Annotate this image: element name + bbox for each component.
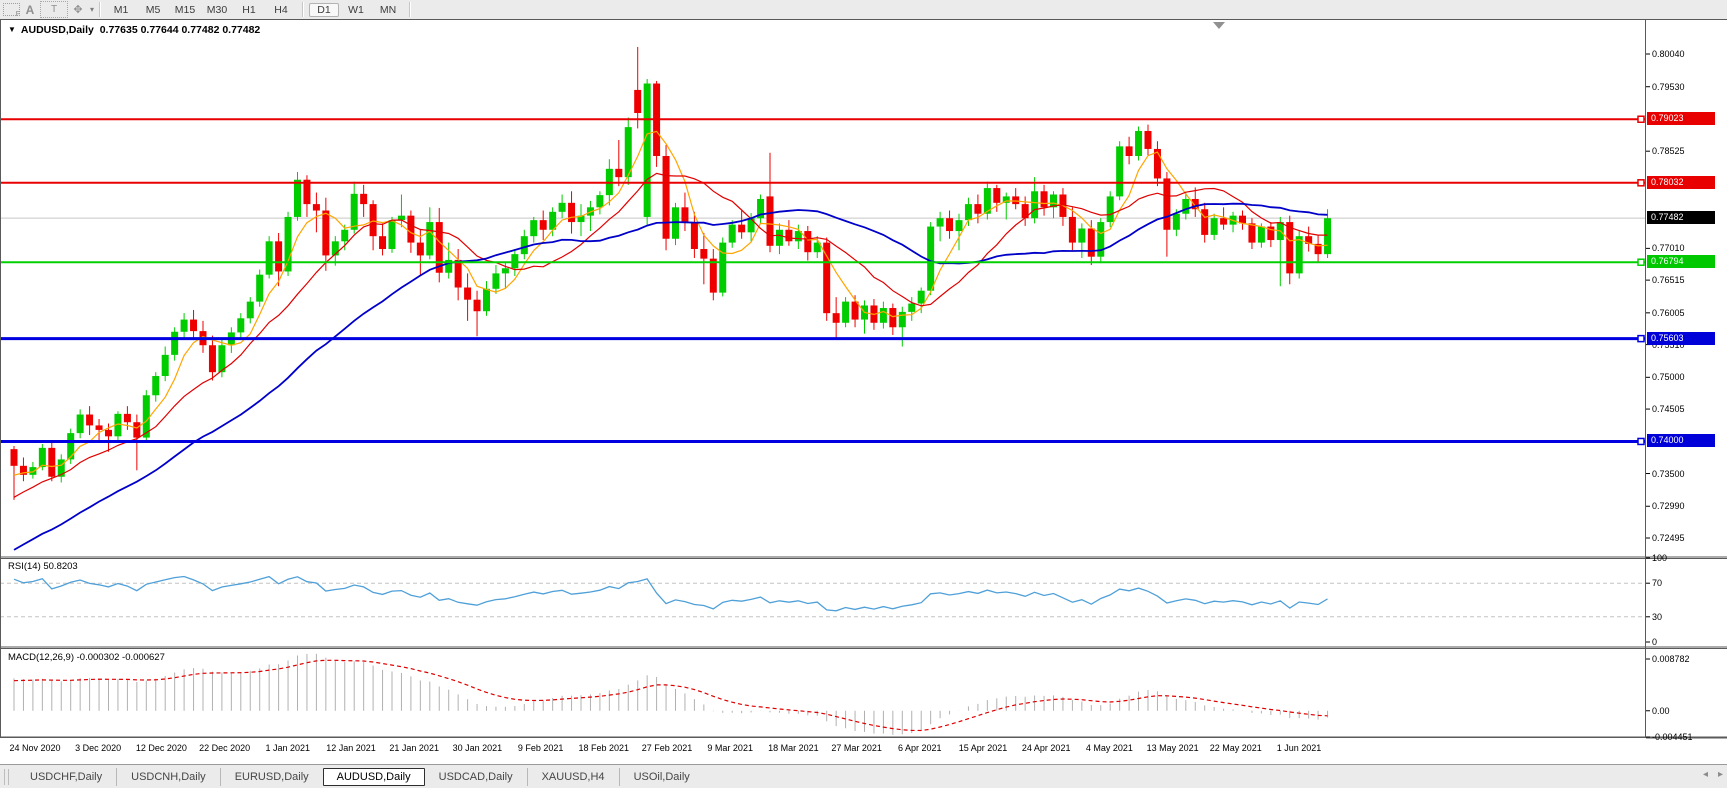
dropdown-caret-icon[interactable]: ▾ <box>90 5 94 14</box>
chart-title: ▼ AUDUSD,Daily 0.77635 0.77644 0.77482 0.… <box>8 24 260 36</box>
timeframe-button-m1[interactable]: M1 <box>106 3 136 17</box>
price-line-label: 0.74000 <box>1647 434 1715 447</box>
timeframe-button-h1[interactable]: H1 <box>234 3 264 17</box>
timeframe-button-w1[interactable]: W1 <box>341 3 371 17</box>
toolbar-separator <box>302 2 303 17</box>
price-tick-label: 0.75000 <box>1652 372 1685 382</box>
timeframe-button-d1[interactable]: D1 <box>309 3 339 17</box>
price-line-label: 0.77482 <box>1647 211 1715 224</box>
chart-symbol-label: AUDUSD,Daily <box>21 24 94 36</box>
price-tick-label: 0.79530 <box>1652 82 1685 92</box>
mt4-window: F A T ✥ ▾ M1M5M15M30H1H4 D1W1MN ▼ AUDUSD,… <box>0 0 1727 788</box>
macd-tick-label: 0.00 <box>1652 706 1670 716</box>
chart-tab-eurusd-daily[interactable]: EURUSD,Daily <box>220 768 323 786</box>
timeframe-button-m5[interactable]: M5 <box>138 3 168 17</box>
price-tick-label: 0.74505 <box>1652 404 1685 414</box>
price-tick-label: 0.76005 <box>1652 308 1685 318</box>
toolbar-separator <box>409 2 410 17</box>
timeframe-button-h4[interactable]: H4 <box>266 3 296 17</box>
rsi-tick-label: 30 <box>1652 612 1662 622</box>
price-tick-label: 0.77010 <box>1652 243 1685 253</box>
date-axis[interactable]: 24 Nov 20203 Dec 202012 Dec 202022 Dec 2… <box>0 738 1646 764</box>
macd-tick-label: 0.008782 <box>1652 654 1690 664</box>
chart-tab-usdcad-daily[interactable]: USDCAD,Daily <box>425 768 527 786</box>
tabbar-grip <box>4 769 9 785</box>
price-line-label: 0.76794 <box>1647 255 1715 268</box>
tab-scroll-arrows: ◂ ▸ <box>1703 769 1723 780</box>
font-tool-icon[interactable]: A <box>20 2 40 17</box>
chart-tab-xauusd-h4[interactable]: XAUUSD,H4 <box>527 768 619 786</box>
chart-tab-usdchf-daily[interactable]: USDCHF,Daily <box>16 768 116 786</box>
macd-label: MACD(12,26,9) -0.000302 -0.000627 <box>8 652 165 663</box>
macd-tick-label: -0.004451 <box>1652 732 1693 742</box>
text-label-tool-icon[interactable]: T <box>40 1 68 18</box>
price-axis[interactable]: 0.80040 0.79530 0.78525 0.77010 0.76515 0.760… <box>1646 19 1727 764</box>
price-tick-label: 0.72495 <box>1652 533 1685 543</box>
rsi-label: RSI(14) 50.8203 <box>8 561 78 572</box>
toolbar-dock-grid-icon[interactable]: F <box>0 2 20 17</box>
rsi-tick-label: 0 <box>1652 637 1657 647</box>
cursor-mode-icon[interactable]: ✥ <box>68 2 88 17</box>
timeframe-button-m15[interactable]: M15 <box>170 3 200 17</box>
price-tick-label: 0.76515 <box>1652 275 1685 285</box>
tab-scroll-right-icon[interactable]: ▸ <box>1718 769 1723 780</box>
date-label: 1 Jun 2021 <box>1259 743 1339 753</box>
symbol-dropdown-icon[interactable]: ▼ <box>8 25 16 34</box>
price-tick-label: 0.73500 <box>1652 469 1685 479</box>
price-tick-label: 0.72990 <box>1652 501 1685 511</box>
timeframe-button-m30[interactable]: M30 <box>202 3 232 17</box>
tab-scroll-left-icon[interactable]: ◂ <box>1703 769 1708 780</box>
price-line-label: 0.78032 <box>1647 176 1715 189</box>
toolbar: F A T ✥ ▾ M1M5M15M30H1H4 D1W1MN <box>0 0 1727 20</box>
chart-tab-usoil-daily[interactable]: USOil,Daily <box>619 768 704 786</box>
rsi-tick-label: 70 <box>1652 578 1662 588</box>
price-tick-label: 0.80040 <box>1652 49 1685 59</box>
price-line-label: 0.79023 <box>1647 112 1715 125</box>
chart-quotes-label: 0.77635 0.77644 0.77482 0.77482 <box>100 24 261 36</box>
price-line-label: 0.75603 <box>1647 332 1715 345</box>
chart-tabbar: USDCHF,DailyUSDCNH,DailyEURUSD,DailyAUDU… <box>0 764 1727 788</box>
toolbar-separator <box>99 2 100 17</box>
rsi-tick-label: 100 <box>1652 553 1667 563</box>
chart-tab-audusd-daily[interactable]: AUDUSD,Daily <box>323 768 425 786</box>
chart-window: ▼ AUDUSD,Daily 0.77635 0.77644 0.77482 0.… <box>0 19 1727 764</box>
chart-tab-usdcnh-daily[interactable]: USDCNH,Daily <box>116 768 220 786</box>
price-tick-label: 0.78525 <box>1652 146 1685 156</box>
price-chart-plot[interactable] <box>0 19 1727 764</box>
timeframe-button-mn[interactable]: MN <box>373 3 403 17</box>
